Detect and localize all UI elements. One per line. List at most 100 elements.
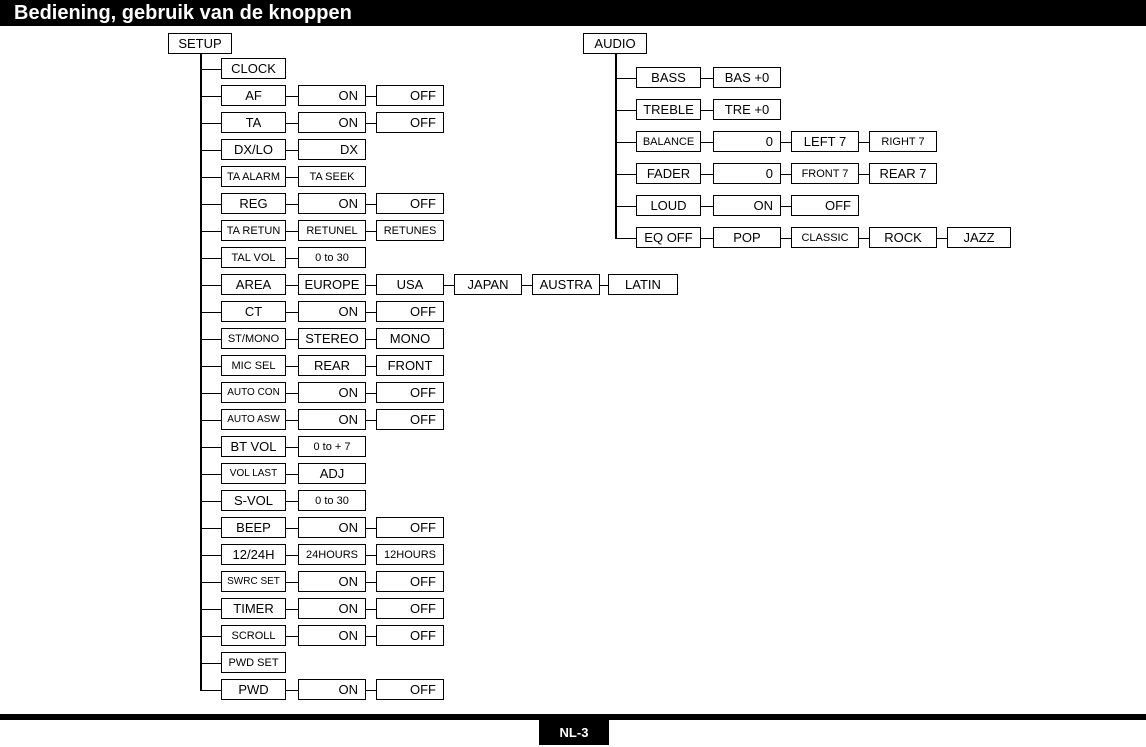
tree-connector-audio-5-0 — [701, 237, 713, 239]
tree-connector-audio-0-0 — [701, 77, 713, 79]
tree-connector-audio-2-0 — [701, 141, 713, 143]
tree-connector-audio-3-1 — [781, 173, 791, 175]
tree-branch-setup-14 — [200, 446, 221, 448]
menu-node-audio-eq-off: EQ OFF — [636, 227, 701, 248]
menu-tree-diagram: SETUP CLOCK AF ON OFF TA ON OFF DX/LO DX TA ALARM T… — [0, 0, 1146, 714]
menu-option-audio-0-bas-0: BAS +0 — [713, 67, 781, 88]
tree-connector-audio-2-2 — [859, 141, 869, 143]
menu-option-setup-12-on: ON — [298, 382, 366, 403]
menu-node-setup-mic-sel: MIC SEL — [221, 355, 286, 376]
menu-node-audio-balance: BALANCE — [636, 131, 701, 152]
menu-node-setup-st-mono: ST/MONO — [221, 328, 286, 349]
tree-connector-setup-20-0 — [286, 608, 298, 610]
menu-option-audio-5-pop: POP — [713, 227, 781, 248]
menu-node-setup-beep: BEEP — [221, 517, 286, 538]
tree-connector-audio-5-1 — [781, 237, 791, 239]
tree-branch-audio-1 — [615, 109, 636, 111]
tree-connector-setup-23-0 — [286, 689, 298, 691]
tree-connector-setup-16-0 — [286, 500, 298, 502]
tree-connector-audio-1-0 — [701, 109, 713, 111]
menu-option-setup-6-retunel: RETUNEL — [298, 220, 366, 241]
tree-connector-setup-11-0 — [286, 365, 298, 367]
menu-option-setup-1-on: ON — [298, 85, 366, 106]
menu-option-setup-13-on: ON — [298, 409, 366, 430]
menu-node-setup-bt-vol: BT VOL — [221, 436, 286, 457]
tree-connector-setup-7-0 — [286, 257, 298, 259]
menu-option-setup-8-latin: LATIN — [608, 274, 678, 295]
tree-branch-audio-4 — [615, 205, 636, 207]
tree-connector-audio-5-2 — [859, 237, 869, 239]
tree-connector-setup-14-0 — [286, 446, 298, 448]
tree-connector-setup-17-0 — [286, 527, 298, 529]
tree-connector-setup-13-1 — [366, 419, 376, 421]
tree-connector-setup-6-0 — [286, 230, 298, 232]
tree-connector-audio-4-1 — [781, 205, 791, 207]
menu-option-setup-19-off: OFF — [376, 571, 444, 592]
tree-connector-audio-3-2 — [859, 173, 869, 175]
tree-branch-setup-8 — [200, 284, 221, 286]
menu-option-setup-1-off: OFF — [376, 85, 444, 106]
menu-option-setup-2-on: ON — [298, 112, 366, 133]
tree-branch-setup-6 — [200, 230, 221, 232]
tree-branch-setup-7 — [200, 257, 221, 259]
menu-option-audio-4-off: OFF — [791, 195, 859, 216]
tree-branch-setup-15 — [200, 473, 221, 475]
tree-connector-setup-21-1 — [366, 635, 376, 637]
tree-connector-setup-8-0 — [286, 284, 298, 286]
menu-node-setup-swrc-set: SWRC SET — [221, 571, 286, 592]
tree-branch-setup-18 — [200, 554, 221, 556]
tree-connector-setup-8-2 — [444, 284, 454, 286]
menu-option-setup-18-12hours: 12HOURS — [376, 544, 444, 565]
menu-node-setup-auto-asw: AUTO ASW — [221, 409, 286, 430]
tree-connector-setup-10-0 — [286, 338, 298, 340]
tree-connector-setup-23-1 — [366, 689, 376, 691]
menu-option-audio-2-0: 0 — [713, 131, 781, 152]
tree-connector-setup-15-0 — [286, 473, 298, 475]
menu-option-setup-21-on: ON — [298, 625, 366, 646]
menu-node-setup-ta-alarm: TA ALARM — [221, 166, 286, 187]
menu-option-setup-6-retunes: RETUNES — [376, 220, 444, 241]
page-number-badge: NL-3 — [539, 720, 609, 745]
menu-option-setup-5-on: ON — [298, 193, 366, 214]
menu-node-setup-ta: TA — [221, 112, 286, 133]
tree-connector-setup-19-0 — [286, 581, 298, 583]
menu-node-setup-pwd-set: PWD SET — [221, 652, 286, 673]
tree-connector-setup-2-1 — [366, 122, 376, 124]
menu-option-setup-20-on: ON — [298, 598, 366, 619]
menu-option-setup-4-ta-seek: TA SEEK — [298, 166, 366, 187]
menu-option-setup-10-mono: MONO — [376, 328, 444, 349]
menu-option-setup-12-off: OFF — [376, 382, 444, 403]
menu-option-setup-15-adj: ADJ — [298, 463, 366, 484]
tree-connector-setup-8-1 — [366, 284, 376, 286]
tree-branch-setup-5 — [200, 203, 221, 205]
tree-branch-audio-2 — [615, 141, 636, 143]
tree-branch-setup-13 — [200, 419, 221, 421]
tree-branch-setup-17 — [200, 527, 221, 529]
tree-branch-setup-23 — [200, 689, 221, 691]
menu-option-audio-1-tre-0: TRE +0 — [713, 99, 781, 120]
menu-node-setup-dx-lo: DX/LO — [221, 139, 286, 160]
tree-branch-setup-10 — [200, 338, 221, 340]
menu-option-setup-17-on: ON — [298, 517, 366, 538]
menu-option-setup-23-on: ON — [298, 679, 366, 700]
menu-option-setup-9-off: OFF — [376, 301, 444, 322]
menu-option-audio-5-jazz: JAZZ — [947, 227, 1011, 248]
menu-node-setup-ct: CT — [221, 301, 286, 322]
menu-option-setup-14-0-to-7: 0 to + 7 — [298, 436, 366, 457]
tree-branch-setup-21 — [200, 635, 221, 637]
menu-node-setup-12-24h: 12/24H — [221, 544, 286, 565]
tree-connector-setup-5-0 — [286, 203, 298, 205]
tree-connector-setup-6-1 — [366, 230, 376, 232]
menu-node-setup-tal-vol: TAL VOL — [221, 247, 286, 268]
menu-option-setup-7-0-to-30: 0 to 30 — [298, 247, 366, 268]
tree-branch-setup-9 — [200, 311, 221, 313]
menu-node-setup-area: AREA — [221, 274, 286, 295]
menu-node-setup-s-vol: S-VOL — [221, 490, 286, 511]
tree-connector-setup-13-0 — [286, 419, 298, 421]
tree-branch-audio-0 — [615, 77, 636, 79]
menu-option-setup-18-24hours: 24HOURS — [298, 544, 366, 565]
menu-node-audio-bass: BASS — [636, 67, 701, 88]
menu-node-setup-clock: CLOCK — [221, 58, 286, 79]
tree-connector-setup-12-0 — [286, 392, 298, 394]
tree-connector-setup-4-0 — [286, 176, 298, 178]
